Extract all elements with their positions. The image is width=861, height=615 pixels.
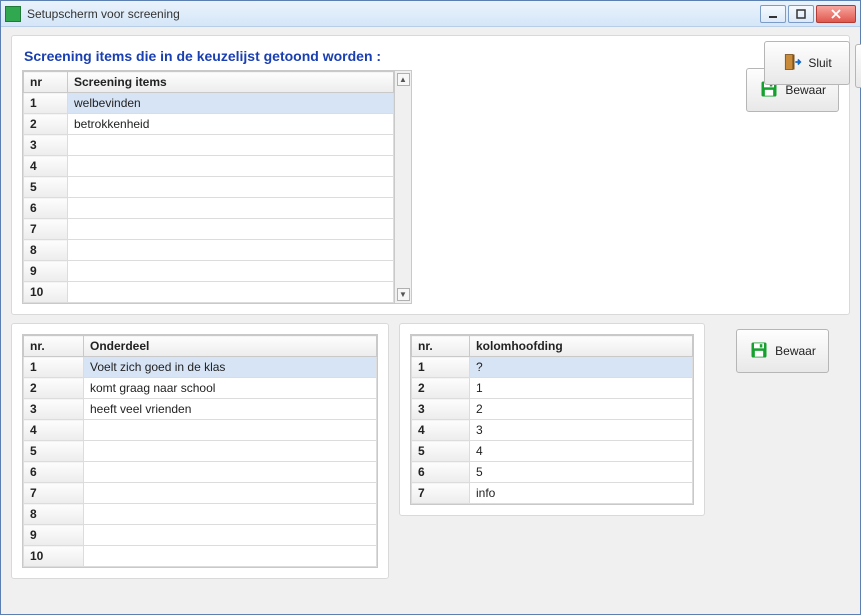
table-row[interactable]: 9 <box>24 261 394 282</box>
table-row[interactable]: 6 <box>24 462 377 483</box>
sluit-button-label: Sluit <box>808 56 831 70</box>
table-row[interactable]: 1? <box>412 357 693 378</box>
table-row[interactable]: 1Voelt zich goed in de klas <box>24 357 377 378</box>
cell-value[interactable] <box>68 282 394 303</box>
table-row[interactable]: 5 <box>24 441 377 462</box>
cell-nr: 1 <box>24 93 68 114</box>
cell-nr: 10 <box>24 282 68 303</box>
table-row[interactable]: 7 <box>24 219 394 240</box>
cell-value[interactable] <box>68 261 394 282</box>
top-panel-inner: Screening items die in de keuzelijst get… <box>22 46 839 304</box>
kolom-panel: nr. kolomhoofding 1? 21 32 43 54 65 7inf… <box>399 323 705 516</box>
col-nr[interactable]: nr. <box>412 336 470 357</box>
table-row[interactable]: 8 <box>24 240 394 261</box>
table-row[interactable]: 3 <box>24 135 394 156</box>
table-row[interactable]: 3heeft veel vrienden <box>24 399 377 420</box>
kolom-table: nr. kolomhoofding 1? 21 32 43 54 65 7inf… <box>411 335 693 504</box>
table-row[interactable]: 7info <box>412 483 693 504</box>
scroll-down-icon[interactable]: ▼ <box>397 288 410 301</box>
cell-value[interactable]: welbevinden <box>68 93 394 114</box>
table-row[interactable]: 2 betrokkenheid <box>24 114 394 135</box>
table-row[interactable]: 54 <box>412 441 693 462</box>
table-row[interactable]: 2komt graag naar school <box>24 378 377 399</box>
col-nr[interactable]: nr. <box>24 336 84 357</box>
save-button-label: Bewaar <box>775 344 816 358</box>
cell-nr: 6 <box>24 198 68 219</box>
col-nr[interactable]: nr <box>24 72 68 93</box>
cell-nr: 9 <box>24 261 68 282</box>
cell-nr: 7 <box>24 219 68 240</box>
onderdeel-panel: nr. Onderdeel 1Voelt zich goed in de kla… <box>11 323 389 579</box>
cell-nr: 4 <box>24 156 68 177</box>
table-row[interactable]: 8 <box>24 504 377 525</box>
table-row[interactable]: 4 <box>24 420 377 441</box>
cell-value[interactable] <box>68 219 394 240</box>
table-row[interactable]: 65 <box>412 462 693 483</box>
save-icon <box>749 340 769 363</box>
door-exit-icon <box>782 52 802 75</box>
table-row[interactable]: 5 <box>24 177 394 198</box>
client-area: Screening items die in de keuzelijst get… <box>1 27 860 614</box>
table-row[interactable]: 1 welbevinden <box>24 93 394 114</box>
table-row[interactable]: 32 <box>412 399 693 420</box>
cell-nr: 3 <box>24 135 68 156</box>
table-row[interactable]: 9 <box>24 525 377 546</box>
table-row[interactable]: 21 <box>412 378 693 399</box>
col-items[interactable]: Screening items <box>68 72 394 93</box>
cell-value[interactable] <box>68 156 394 177</box>
table-row[interactable]: 7 <box>24 483 377 504</box>
cell-nr: 2 <box>24 114 68 135</box>
sluit-button[interactable]: Sluit <box>764 41 850 85</box>
cell-value[interactable]: betrokkenheid <box>68 114 394 135</box>
save-button-bottom[interactable]: Bewaar <box>736 329 829 373</box>
titlebar: Setupscherm voor screening <box>1 1 860 27</box>
screening-heading: Screening items die in de keuzelijst get… <box>24 48 662 64</box>
scrollbar[interactable]: ▲ ▼ <box>394 71 411 303</box>
kolom-grid[interactable]: nr. kolomhoofding 1? 21 32 43 54 65 7inf… <box>410 334 694 505</box>
table-row[interactable]: 10 <box>24 546 377 567</box>
cell-nr: 8 <box>24 240 68 261</box>
bottom-right-area: Bewaar <box>715 323 850 373</box>
window-title: Setupscherm voor screening <box>27 7 760 21</box>
cell-value[interactable] <box>68 198 394 219</box>
cell-nr: 5 <box>24 177 68 198</box>
top-left-area: Screening items die in de keuzelijst get… <box>22 46 662 304</box>
bottom-row: nr. Onderdeel 1Voelt zich goed in de kla… <box>11 323 850 604</box>
onderdeel-grid[interactable]: nr. Onderdeel 1Voelt zich goed in de kla… <box>22 334 378 568</box>
table-row[interactable]: 4 <box>24 156 394 177</box>
table-row[interactable]: 6 <box>24 198 394 219</box>
cell-value[interactable] <box>68 135 394 156</box>
col-onderdeel[interactable]: Onderdeel <box>84 336 377 357</box>
close-button[interactable] <box>855 44 861 88</box>
cell-value[interactable] <box>68 240 394 261</box>
screening-grid[interactable]: nr Screening items 1 welbevinden <box>22 70 412 304</box>
maximize-button[interactable] <box>788 5 814 23</box>
col-kolomhoofding[interactable]: kolomhoofding <box>470 336 693 357</box>
top-panel: Screening items die in de keuzelijst get… <box>11 35 850 315</box>
window-controls <box>760 5 856 23</box>
table-row[interactable]: 43 <box>412 420 693 441</box>
app-icon <box>5 6 21 22</box>
save-button-label: Bewaar <box>785 83 826 97</box>
onderdeel-table: nr. Onderdeel 1Voelt zich goed in de kla… <box>23 335 377 567</box>
app-window: Setupscherm voor screening Screening ite… <box>0 0 861 615</box>
cell-value[interactable] <box>68 177 394 198</box>
table-row[interactable]: 10 <box>24 282 394 303</box>
screening-table: nr Screening items 1 welbevinden <box>23 71 394 303</box>
scroll-up-icon[interactable]: ▲ <box>397 73 410 86</box>
close-window-button[interactable] <box>816 5 856 23</box>
minimize-button[interactable] <box>760 5 786 23</box>
